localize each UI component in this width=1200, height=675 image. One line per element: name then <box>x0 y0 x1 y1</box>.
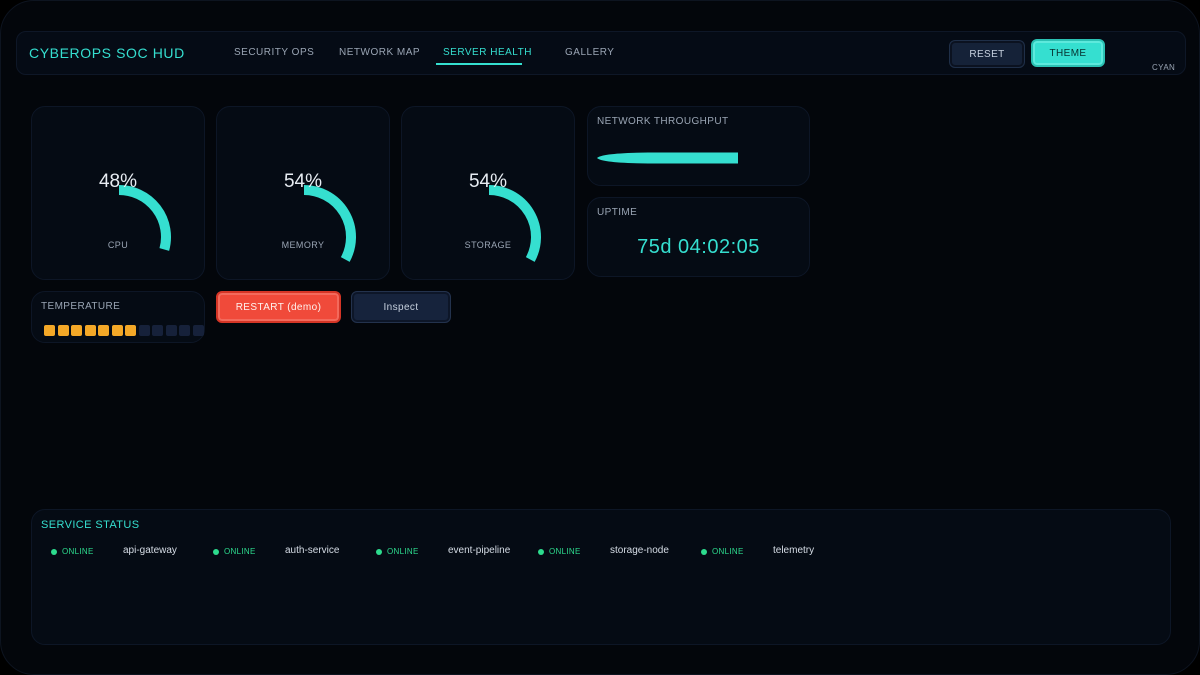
status-dot-icon <box>213 549 219 555</box>
temperature-segment <box>84 325 96 336</box>
service-name: event-pipeline <box>448 545 511 556</box>
temperature-segment <box>165 325 177 336</box>
tab-network-map[interactable]: NETWORK MAP <box>339 47 420 58</box>
status-dot-icon <box>376 549 382 555</box>
uptime-title: UPTIME <box>597 207 638 218</box>
throughput-area <box>597 152 738 164</box>
cpu-gauge-card: 48% CPU <box>31 106 205 280</box>
service-name: auth-service <box>285 545 340 556</box>
throughput-sparkline <box>597 152 738 164</box>
memory-gauge-value: 54% <box>283 171 323 192</box>
service-state: ONLINE <box>62 547 94 556</box>
service-state: ONLINE <box>549 547 581 556</box>
tab-server-health[interactable]: SERVER HEALTH <box>443 47 532 58</box>
temperature-segment <box>192 325 204 336</box>
tab-gallery[interactable]: GALLERY <box>565 47 614 58</box>
temperature-segment <box>179 325 190 336</box>
service-state: ONLINE <box>387 547 419 556</box>
top-bar: CYBEROPS SOC HUD SECURITY OPS NETWORK MA… <box>16 31 1186 75</box>
status-dot-icon <box>538 549 544 555</box>
temperature-segment <box>71 325 82 336</box>
storage-gauge-label: STORAGE <box>464 240 512 250</box>
restart-button[interactable]: RESTART (demo) <box>216 291 341 323</box>
inspect-button[interactable]: Inspect <box>351 291 451 323</box>
cpu-gauge <box>118 185 171 251</box>
service-name: telemetry <box>773 545 815 556</box>
storage-gauge <box>488 185 541 262</box>
memory-gauge-label: MEMORY <box>281 240 325 250</box>
theme-button[interactable]: THEME <box>1031 39 1105 67</box>
service-name: storage-node <box>610 545 669 556</box>
service-status-panel: SERVICE STATUS ONLINE api-gateway ONLINE… <box>31 509 1171 645</box>
status-dot-icon <box>51 549 57 555</box>
temperature-segment <box>111 325 123 336</box>
reset-button[interactable]: RESET <box>949 40 1025 68</box>
temperature-segment <box>98 325 109 336</box>
temperature-bar <box>44 325 204 336</box>
service-status-title: SERVICE STATUS <box>41 519 140 531</box>
temperature-segment <box>44 325 55 336</box>
temperature-segment <box>57 325 69 336</box>
service-state: ONLINE <box>224 547 256 556</box>
app-title: CYBEROPS SOC HUD <box>29 45 185 61</box>
uptime-value: 75d 04:02:05 <box>637 236 760 258</box>
cpu-gauge-label: CPU <box>107 240 129 250</box>
theme-name-label: CYAN <box>1152 63 1176 72</box>
network-throughput-card: NETWORK THROUGHPUT <box>587 106 810 186</box>
active-tab-indicator <box>436 63 522 65</box>
temperature-card: TEMPERATURE <box>31 291 205 343</box>
temperature-segment <box>125 325 136 336</box>
tab-security-ops[interactable]: SECURITY OPS <box>234 47 314 58</box>
uptime-card: UPTIME 75d 04:02:05 <box>587 197 810 277</box>
memory-gauge <box>303 185 356 262</box>
app-window: CYBEROPS SOC HUD SECURITY OPS NETWORK MA… <box>0 0 1200 675</box>
temperature-segment <box>152 325 163 336</box>
status-dot-icon <box>701 549 707 555</box>
cpu-gauge-value: 48% <box>98 171 138 192</box>
storage-gauge-card: 54% STORAGE <box>401 106 575 280</box>
memory-gauge-card: 54% MEMORY <box>216 106 390 280</box>
service-name: api-gateway <box>123 545 177 556</box>
service-state: ONLINE <box>712 547 744 556</box>
temperature-title: TEMPERATURE <box>41 301 121 312</box>
temperature-segment <box>138 325 150 336</box>
storage-gauge-value: 54% <box>468 171 508 192</box>
